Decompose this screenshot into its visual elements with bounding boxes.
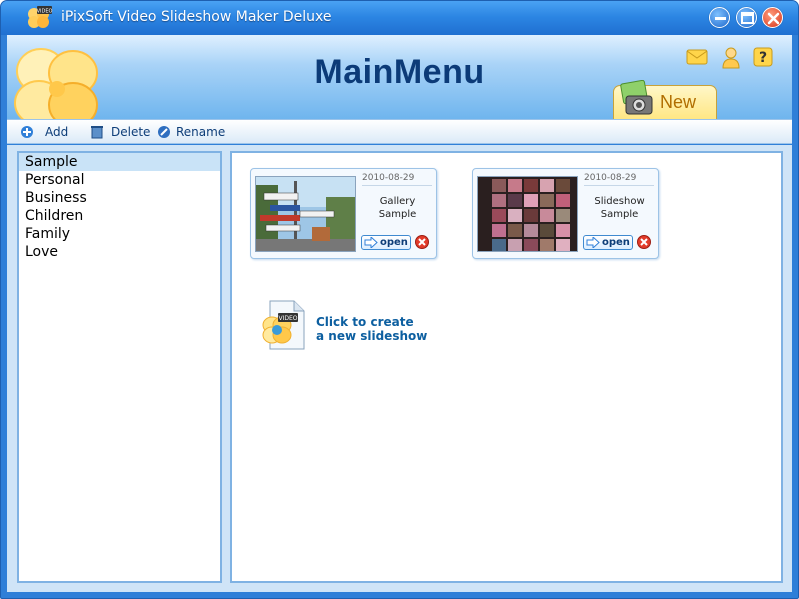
new-label: New bbox=[660, 92, 697, 112]
minimize-button[interactable] bbox=[709, 7, 730, 28]
create-slideshow-text: Click to create a new slideshow bbox=[316, 315, 427, 343]
message-icon[interactable] bbox=[685, 45, 709, 69]
category-list[interactable]: Sample Personal Business Children Family… bbox=[17, 151, 222, 583]
create-line2: a new slideshow bbox=[316, 329, 428, 343]
slideshow-name-line2: Sample bbox=[600, 209, 639, 220]
logo-badge-text: VIDEO bbox=[37, 9, 53, 15]
add-button[interactable]: Add bbox=[19, 123, 68, 141]
photo-grid-image bbox=[478, 177, 577, 251]
create-line1: Click to create bbox=[316, 315, 414, 329]
slideshow-thumbnail[interactable] bbox=[255, 176, 356, 252]
slideshow-card[interactable]: 2010-08-29 Slideshow Sample open bbox=[472, 168, 659, 259]
title-bar[interactable]: VIDEO iPixSoft Video Slideshow Maker Del… bbox=[1, 1, 798, 35]
slideshow-name-line1: Slideshow bbox=[594, 196, 645, 207]
slideshow-card[interactable]: 2010-08-29 Gallery Sample open bbox=[250, 168, 437, 259]
create-slideshow-button[interactable]: VIDEO Click to create a new slideshow bbox=[260, 299, 490, 351]
delete-slideshow-icon[interactable] bbox=[415, 235, 429, 249]
arrow-right-icon bbox=[586, 237, 600, 248]
category-item-business[interactable]: Business bbox=[19, 189, 220, 207]
maximize-icon bbox=[741, 12, 754, 24]
create-badge-text: VIDEO bbox=[278, 315, 297, 322]
close-icon bbox=[767, 12, 780, 25]
delete-icon bbox=[91, 126, 103, 139]
svg-text:?: ? bbox=[759, 50, 767, 66]
new-video-file-icon: VIDEO bbox=[262, 300, 305, 350]
open-button[interactable]: open bbox=[361, 235, 411, 250]
arrow-right-icon bbox=[364, 237, 378, 248]
slideshow-date: 2010-08-29 bbox=[584, 173, 654, 186]
slideshow-thumbnail[interactable] bbox=[477, 176, 578, 252]
app-window: VIDEO iPixSoft Video Slideshow Maker Del… bbox=[0, 0, 799, 599]
add-icon bbox=[21, 126, 33, 138]
header-banner: MainMenu ? New bbox=[7, 35, 792, 119]
add-label: Add bbox=[45, 125, 69, 139]
category-item-sample[interactable]: Sample bbox=[19, 153, 220, 171]
slideshow-name-line2: Sample bbox=[378, 209, 417, 220]
app-logo-icon: VIDEO bbox=[28, 6, 53, 28]
delete-slideshow-icon[interactable] bbox=[637, 235, 651, 249]
body-area: Sample Personal Business Children Family… bbox=[7, 145, 792, 592]
category-item-children[interactable]: Children bbox=[19, 207, 220, 225]
category-item-love[interactable]: Love bbox=[19, 243, 220, 261]
rename-button[interactable]: Rename bbox=[156, 123, 225, 141]
slideshow-name: Slideshow Sample bbox=[581, 195, 658, 221]
delete-label: Delete bbox=[111, 125, 151, 139]
delete-button[interactable]: Delete bbox=[89, 123, 150, 141]
rename-icon bbox=[158, 126, 170, 138]
slideshow-panel: 2010-08-29 Gallery Sample open 2010-08-2… bbox=[230, 151, 783, 583]
street-signs-image bbox=[256, 177, 355, 251]
slideshow-name: Gallery Sample bbox=[359, 195, 436, 221]
open-button[interactable]: open bbox=[583, 235, 633, 250]
category-item-personal[interactable]: Personal bbox=[19, 171, 220, 189]
new-slideshow-tab[interactable]: New bbox=[613, 80, 717, 119]
close-button[interactable] bbox=[762, 7, 783, 28]
open-label: open bbox=[602, 237, 630, 248]
toolbar: Add Delete Rename bbox=[7, 119, 792, 144]
maximize-button[interactable] bbox=[736, 7, 757, 28]
window-title: iPixSoft Video Slideshow Maker Deluxe bbox=[61, 9, 332, 25]
user-icon[interactable] bbox=[719, 45, 743, 69]
help-icon[interactable]: ? bbox=[751, 45, 775, 69]
camera-icon bbox=[620, 80, 653, 115]
rename-label: Rename bbox=[176, 125, 226, 139]
minimize-icon bbox=[715, 17, 726, 20]
slideshow-date: 2010-08-29 bbox=[362, 173, 432, 186]
open-label: open bbox=[380, 237, 408, 248]
slideshow-name-line1: Gallery bbox=[379, 196, 416, 207]
category-item-family[interactable]: Family bbox=[19, 225, 220, 243]
